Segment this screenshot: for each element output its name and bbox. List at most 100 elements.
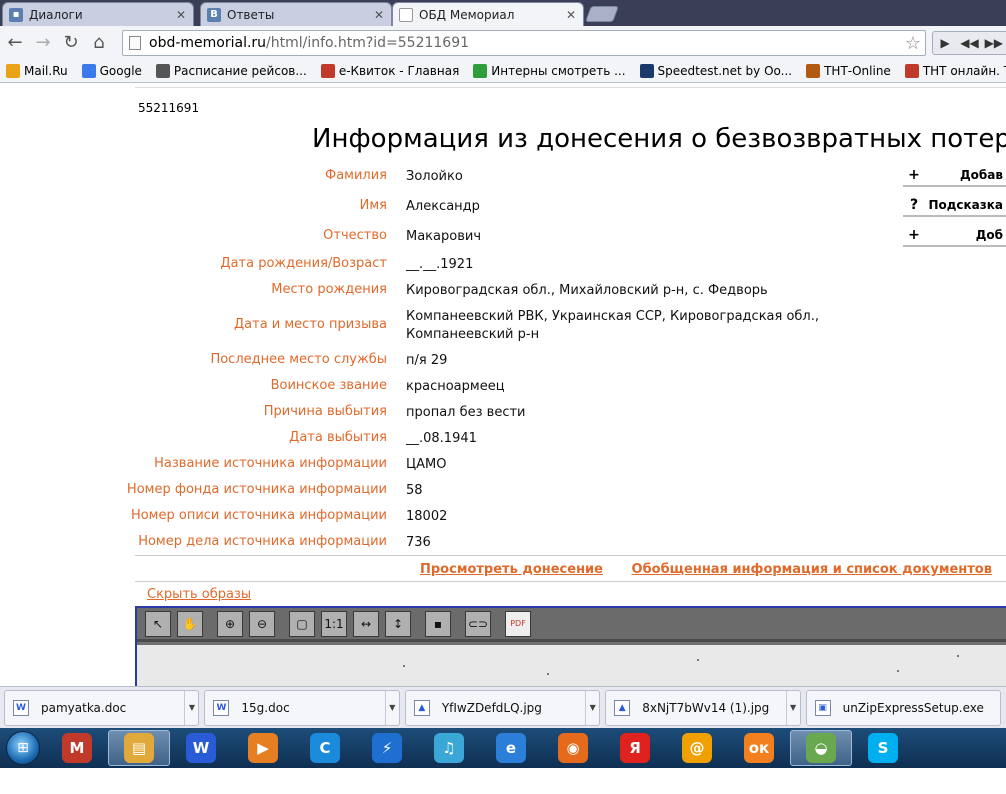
record-field-row: Номер фонда источника информации 58 bbox=[127, 482, 895, 502]
tab-answers[interactable]: B Ответы ✕ bbox=[200, 2, 392, 26]
taskbar-button[interactable]: @ bbox=[666, 730, 728, 766]
fast-forward-icon[interactable]: ▶▶ bbox=[982, 32, 1006, 54]
new-tab-button[interactable] bbox=[585, 6, 619, 22]
download-item[interactable]: ▲ YfIwZDefdLQ.jpg ▼ bbox=[404, 689, 601, 726]
hint-button[interactable]: ? Подсказка bbox=[903, 195, 1006, 217]
home-icon[interactable]: ⌂ bbox=[86, 30, 112, 56]
play-icon[interactable]: ▶ bbox=[933, 32, 957, 54]
field-label: Номер дела источника информации bbox=[138, 534, 387, 549]
close-icon[interactable]: ✕ bbox=[373, 8, 385, 22]
add-more-button[interactable]: + Доб bbox=[903, 225, 1006, 247]
taskbar-button[interactable]: M bbox=[46, 730, 108, 766]
record-field-row: Отчество Макарович bbox=[135, 228, 895, 248]
download-item[interactable]: Wpamyatka.doc ▼ bbox=[4, 689, 200, 726]
pdf-icon[interactable]: PDF bbox=[505, 610, 531, 637]
chevron-down-icon[interactable]: ▼ bbox=[184, 690, 198, 725]
bookmark-item[interactable]: Интерны смотреть ... bbox=[473, 63, 626, 78]
taskbar-button[interactable]: C bbox=[294, 730, 356, 766]
field-value: Кировоградская обл., Михайловский р-н, с… bbox=[406, 283, 768, 298]
taskbar-button[interactable]: Я bbox=[604, 730, 666, 766]
divider bbox=[135, 87, 1006, 88]
view-report-link[interactable]: Просмотреть донесение bbox=[420, 562, 603, 577]
field-value: Золойко bbox=[406, 169, 463, 184]
document-scan-image[interactable] bbox=[137, 645, 1006, 686]
taskbar-button[interactable]: S bbox=[852, 730, 914, 766]
ccleaner-icon: C bbox=[310, 733, 340, 763]
save-icon[interactable]: ▪ bbox=[425, 610, 451, 637]
download-item[interactable]: W 15g.doc ▼ bbox=[204, 689, 400, 726]
close-icon[interactable]: ✕ bbox=[175, 8, 187, 22]
tab-label: Диалоги bbox=[29, 7, 83, 22]
zoom-in-icon[interactable]: ⊕ bbox=[217, 610, 243, 637]
taskbar-button[interactable]: ◉ bbox=[542, 730, 604, 766]
field-label: Дата рождения/Возраст bbox=[220, 256, 387, 271]
add-button-label: Добав bbox=[959, 168, 1003, 182]
hide-images-link[interactable]: Скрыть образы bbox=[147, 587, 251, 602]
record-field-row: Дата рождения/Возраст __.__.1921 bbox=[135, 256, 895, 276]
field-label: Место рождения bbox=[271, 282, 387, 297]
taskbar-button[interactable]: ⚡ bbox=[356, 730, 418, 766]
fit-width-icon[interactable]: ↔ bbox=[353, 610, 379, 637]
field-label: Последнее место службы bbox=[210, 352, 387, 367]
bookmark-star-icon[interactable]: ☆ bbox=[905, 33, 921, 54]
download-filename: 8xNjT7bWv14 (1).jpg bbox=[642, 700, 770, 715]
speedtest-icon bbox=[639, 63, 654, 78]
record-id: 55211691 bbox=[138, 101, 200, 115]
hand-tool-icon[interactable]: ✋ bbox=[177, 610, 203, 637]
start-button[interactable]: ⊞ bbox=[0, 728, 46, 768]
file-explorer-icon: ▤ bbox=[124, 733, 154, 763]
fit-page-icon[interactable]: ▢ bbox=[289, 610, 315, 637]
actual-size-icon[interactable]: 1:1 bbox=[321, 610, 347, 637]
field-label: Имя bbox=[359, 198, 387, 213]
record-field-row: Дата и место призыва Компанеевский РВК, У… bbox=[135, 309, 895, 342]
rewind-icon[interactable]: ◀◀ bbox=[957, 32, 981, 54]
bookmark-item[interactable]: ТНТ-Online bbox=[806, 63, 891, 78]
chevron-down-icon[interactable]: ▼ bbox=[585, 690, 599, 725]
taskbar-button[interactable]: ◒ bbox=[790, 730, 852, 766]
chevron-down-icon[interactable]: ▼ bbox=[384, 690, 399, 725]
tab-dialogs[interactable]: ▪ Диалоги ✕ bbox=[2, 2, 194, 26]
url-text[interactable]: obd-memorial.ru/html/info.htm?id=5521169… bbox=[149, 35, 469, 51]
chevron-down-icon[interactable]: ▼ bbox=[785, 690, 800, 725]
download-item[interactable]: ▣ unZipExpressSetup.exe bbox=[805, 689, 1002, 726]
taskbar-button[interactable]: ▶ bbox=[232, 730, 294, 766]
fit-height-icon[interactable]: ↕ bbox=[385, 610, 411, 637]
field-label: Причина выбытия bbox=[263, 404, 387, 419]
add-button[interactable]: + Добав bbox=[903, 165, 1006, 187]
zoom-out-icon[interactable]: ⊖ bbox=[249, 610, 275, 637]
address-bar[interactable]: obd-memorial.ru/html/info.htm?id=5521169… bbox=[122, 30, 926, 56]
downloads-bar: Wpamyatka.doc ▼ W 15g.doc ▼ ▲ YfIwZDefdLQ.jpg ▼… bbox=[0, 686, 1006, 728]
field-label: Фамилия bbox=[325, 168, 387, 183]
taskbar-button[interactable]: W bbox=[170, 730, 232, 766]
taskbar-button[interactable]: e bbox=[480, 730, 542, 766]
firefox-icon: ◉ bbox=[558, 733, 588, 763]
download-item[interactable]: ▲ 8xNjT7bWv14 (1).jpg ▼ bbox=[605, 689, 801, 726]
bookmark-item[interactable]: Speedtest.net by Oo... bbox=[639, 63, 792, 78]
viewer-toolbar: ↖ ✋ ⊕ ⊖ ▢ 1:1 ↔ ↕ ▪ ⊂⊃ PDF bbox=[137, 608, 1006, 642]
taskbar-button[interactable]: ок bbox=[728, 730, 790, 766]
close-icon[interactable]: ✕ bbox=[565, 8, 577, 22]
reload-icon[interactable]: ↻ bbox=[58, 30, 84, 56]
flight-schedule-icon bbox=[155, 63, 170, 78]
taskbar-button[interactable]: ▤ bbox=[108, 730, 170, 766]
bookmark-item[interactable]: ТНТ онлайн. Телек... bbox=[904, 63, 1006, 78]
tab-label: Ответы bbox=[227, 7, 275, 22]
bookmark-label: Google bbox=[99, 63, 142, 78]
bookmark-item[interactable]: e-Квиток - Главная bbox=[320, 63, 459, 78]
bookmark-item[interactable]: Mail.Ru bbox=[6, 63, 68, 78]
summary-documents-link[interactable]: Обобщенная информация и список документо… bbox=[632, 562, 992, 577]
bookmarks-bar: Mail.Ru Google Расписание рейсов... e-Квито… bbox=[0, 59, 1006, 83]
bookmark-item[interactable]: Расписание рейсов... bbox=[155, 63, 307, 78]
record-field-row: Воинское звание красноармеец bbox=[135, 378, 895, 398]
bookmark-item[interactable]: Google bbox=[81, 63, 142, 78]
back-icon[interactable]: ← bbox=[2, 30, 28, 56]
tab-label: ОБД Мемориал bbox=[419, 7, 515, 22]
image-file-icon: ▲ bbox=[413, 699, 430, 716]
document-image-viewer: ↖ ✋ ⊕ ⊖ ▢ 1:1 ↔ ↕ ▪ ⊂⊃ PDF bbox=[135, 606, 1006, 686]
tab-obd-memorial[interactable]: ОБД Мемориал ✕ bbox=[392, 2, 584, 26]
bookmark-label: Расписание рейсов... bbox=[173, 63, 307, 78]
forward-icon[interactable]: → bbox=[30, 30, 56, 56]
taskbar-button[interactable]: ♫ bbox=[418, 730, 480, 766]
pointer-tool-icon[interactable]: ↖ bbox=[145, 610, 171, 637]
link-icon[interactable]: ⊂⊃ bbox=[465, 610, 491, 637]
